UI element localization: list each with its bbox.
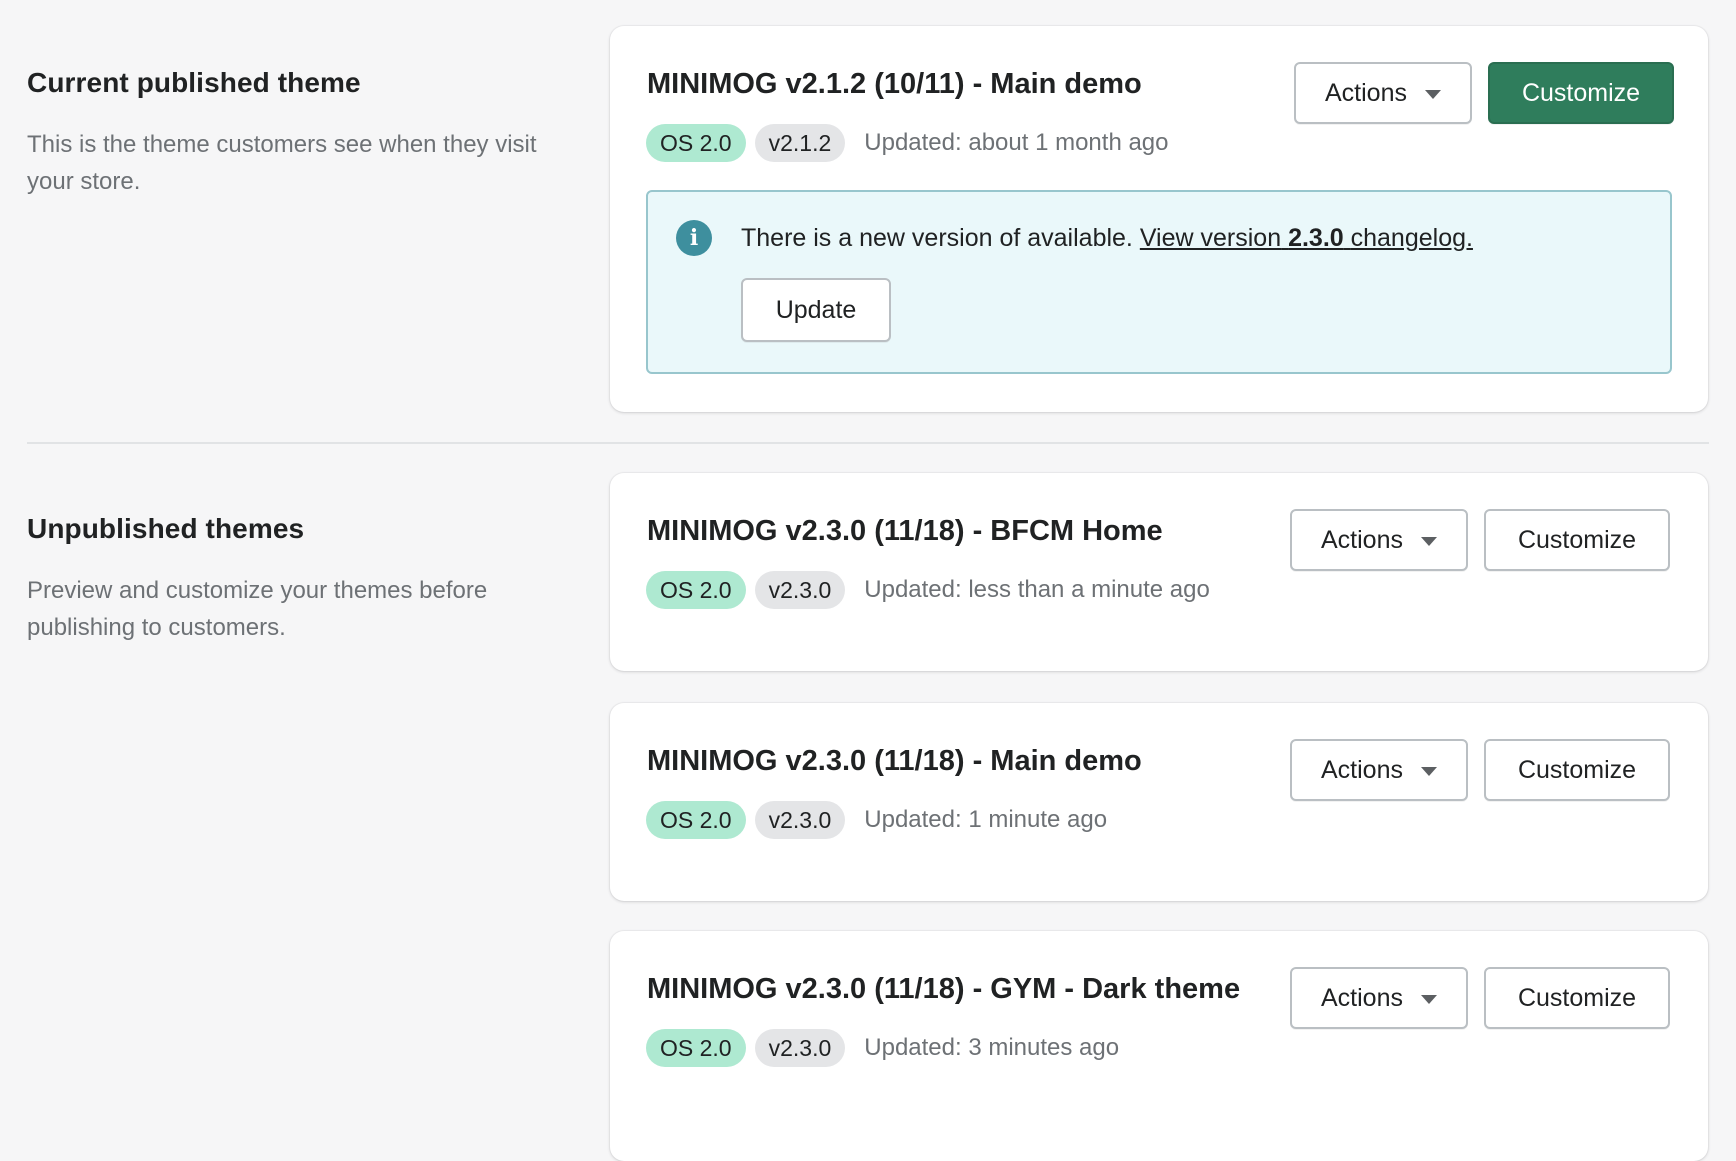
theme-meta: OS 2.0 v2.3.0 Updated: 3 minutes ago [646,1029,1119,1067]
actions-label: Actions [1325,78,1407,107]
unpublished-themes-heading: Unpublished themes [27,513,305,544]
updated-text: Updated: about 1 month ago [864,129,1169,156]
version-badge: v2.3.0 [754,801,846,839]
update-button[interactable]: Update [741,278,891,342]
actions-label: Actions [1321,525,1403,554]
updated-text: Updated: less than a minute ago [864,576,1210,603]
actions-label: Actions [1321,983,1403,1012]
actions-button[interactable]: Actions [1290,739,1468,801]
customize-button[interactable]: Customize [1488,62,1674,124]
actions-button[interactable]: Actions [1290,967,1468,1029]
theme-title: MINIMOG v2.1.2 (10/11) - Main demo [647,68,1142,100]
theme-card: MINIMOG v2.3.0 (11/18) - GYM - Dark them… [610,931,1708,1161]
changelog-link[interactable]: View version 2.3.0 changelog. [1140,224,1473,252]
theme-meta: OS 2.0 v2.3.0 Updated: 1 minute ago [646,801,1107,839]
current-theme-heading: Current published theme [27,67,361,98]
caret-down-icon [1420,767,1437,776]
actions-button[interactable]: Actions [1294,62,1472,124]
version-badge: v2.1.2 [754,124,846,162]
os-badge: OS 2.0 [646,571,746,609]
theme-title: MINIMOG v2.3.0 (11/18) - Main demo [647,745,1142,777]
theme-meta: OS 2.0 v2.1.2 Updated: about 1 month ago [646,124,1169,162]
os-badge: OS 2.0 [646,801,746,839]
actions-label: Actions [1321,755,1403,784]
banner-text: There is a new version of available. [741,224,1133,252]
customize-button[interactable]: Customize [1484,509,1670,571]
section-divider [27,442,1709,444]
os-badge: OS 2.0 [646,124,746,162]
caret-down-icon [1420,995,1437,1004]
current-theme-card: MINIMOG v2.1.2 (10/11) - Main demo OS 2.… [610,26,1708,412]
info-icon: i [676,220,712,256]
current-theme-description: This is the theme customers see when the… [27,131,537,195]
customize-button[interactable]: Customize [1484,739,1670,801]
caret-down-icon [1424,90,1441,99]
theme-title: MINIMOG v2.3.0 (11/18) - GYM - Dark them… [647,973,1241,1005]
theme-card: MINIMOG v2.3.0 (11/18) - BFCM Home OS 2.… [610,473,1708,671]
updated-text: Updated: 1 minute ago [864,806,1108,833]
unpublished-themes-section-info: Unpublished themes Preview and customize… [27,512,547,646]
current-theme-section-info: Current published theme This is the them… [27,66,547,200]
theme-title: MINIMOG v2.3.0 (11/18) - BFCM Home [647,515,1163,547]
caret-down-icon [1420,537,1437,546]
theme-meta: OS 2.0 v2.3.0 Updated: less than a minut… [646,571,1210,609]
actions-button[interactable]: Actions [1290,509,1468,571]
os-badge: OS 2.0 [646,1029,746,1067]
banner-message: There is a new version of available. Vie… [741,220,1473,256]
version-badge: v2.3.0 [754,1029,846,1067]
updated-text: Updated: 3 minutes ago [864,1034,1120,1061]
unpublished-themes-description: Preview and customize your themes before… [27,577,488,641]
update-banner: i There is a new version of available. V… [646,190,1672,374]
version-badge: v2.3.0 [754,571,846,609]
theme-card: MINIMOG v2.3.0 (11/18) - Main demo OS 2.… [610,703,1708,901]
customize-button[interactable]: Customize [1484,967,1670,1029]
